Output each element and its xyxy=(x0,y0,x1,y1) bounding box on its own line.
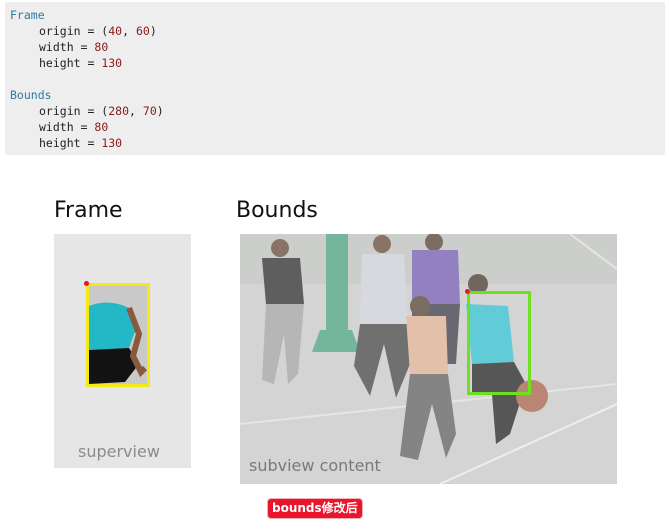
subview-caption: subview content xyxy=(249,456,381,475)
code-bounds-label: Bounds xyxy=(10,88,52,102)
basketball-scene-image xyxy=(240,234,617,484)
frame-origin-dot xyxy=(84,281,89,286)
bounds-heading: Bounds xyxy=(236,198,318,223)
frame-player-image xyxy=(89,286,147,384)
code-frame-width: width = 80 xyxy=(39,40,109,54)
code-block: Frame origin = (40, 60) width = 80 heigh… xyxy=(5,2,665,155)
frame-heading: Frame xyxy=(54,198,123,223)
code-frame-height: height = 130 xyxy=(39,56,123,70)
subview-photo xyxy=(240,234,617,484)
code-bounds-origin: origin = (280, 70) xyxy=(39,104,164,118)
frame-rect xyxy=(86,283,150,387)
code-bounds-height: height = 130 xyxy=(39,136,123,150)
note-tag: bounds修改后 xyxy=(268,499,362,518)
bounds-origin-dot xyxy=(465,289,470,294)
code-frame-origin: origin = (40, 60) xyxy=(39,24,157,38)
code-bounds-width: width = 80 xyxy=(39,120,109,134)
code-frame-label: Frame xyxy=(10,8,45,22)
superview-caption: superview xyxy=(78,442,160,461)
bounds-rect xyxy=(467,291,531,395)
